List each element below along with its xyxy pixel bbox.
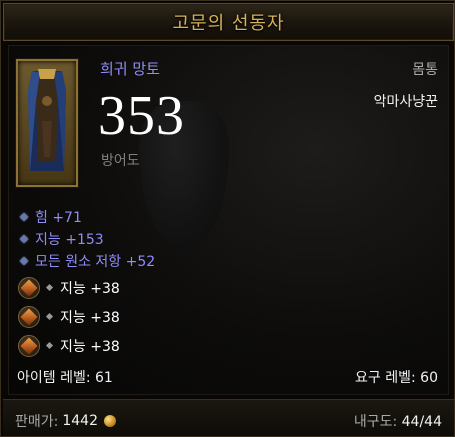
durability-value: 44/44 <box>401 414 442 430</box>
stat-list: 힘 +71 지능 +153 모든 원소 저항 +52 <box>18 206 155 272</box>
required-level: 요구 레벨: 60 <box>355 370 438 386</box>
socket-row: 지능 +38 <box>18 302 120 331</box>
sell-price: 판매가: 1442 <box>15 411 116 431</box>
topaz-gem-icon <box>20 308 38 325</box>
stat-bullet-icon <box>19 212 29 222</box>
sell-label: 판매가: <box>15 414 59 430</box>
socket-bullet-icon <box>45 283 54 292</box>
topaz-gem-icon <box>20 279 38 296</box>
topaz-gem-icon <box>20 337 38 354</box>
item-icon-frame <box>16 59 78 187</box>
cloak-icon <box>28 69 66 171</box>
item-class: 악마사냥꾼 <box>373 94 438 110</box>
stat-row: 모든 원소 저항 +52 <box>18 250 155 272</box>
socket-row: 지능 +38 <box>18 331 120 360</box>
socket-bonus: 지능 +38 <box>60 280 120 297</box>
socket-bonus: 지능 +38 <box>60 309 120 326</box>
tooltip-header: 고문의 선동자 <box>3 3 454 41</box>
socket-bonus: 지능 +38 <box>60 338 120 355</box>
item-quality-type: 희귀 망토 <box>100 60 160 78</box>
stat-text: 힘 +71 <box>35 210 82 226</box>
armor-value: 353 <box>98 85 185 147</box>
socket-bullet-icon <box>45 341 54 350</box>
item-level: 아이템 레벨: 61 <box>17 370 113 386</box>
item-name: 고문의 선동자 <box>172 13 285 34</box>
stat-text: 모든 원소 저항 +52 <box>35 254 156 270</box>
durability-label: 내구도: <box>353 414 398 430</box>
stat-bullet-icon <box>19 256 29 266</box>
tooltip-footer: 판매가: 1442 내구도: 44/44 <box>3 399 454 436</box>
socket <box>18 334 40 357</box>
durability: 내구도: 44/44 <box>354 411 442 431</box>
stat-bullet-icon <box>19 234 29 244</box>
socket <box>18 276 40 299</box>
item-tooltip: 고문의 선동자 희귀 망토 몸통 악마사냥꾼 353 방어도 힘 +71 지능 … <box>0 0 455 437</box>
armor-label: 방어도 <box>101 153 140 169</box>
socket-row: 지능 +38 <box>18 273 120 302</box>
sell-value: 1442 <box>62 413 98 429</box>
socket-bullet-icon <box>45 312 54 321</box>
stat-row: 지능 +153 <box>18 228 155 250</box>
socket <box>18 305 40 328</box>
stat-row: 힘 +71 <box>18 206 155 228</box>
item-slot: 몸통 <box>412 62 438 78</box>
socket-list: 지능 +38 지능 +38 지능 +38 <box>18 273 120 360</box>
stat-text: 지능 +153 <box>35 232 104 248</box>
gold-coin-icon <box>104 415 116 427</box>
